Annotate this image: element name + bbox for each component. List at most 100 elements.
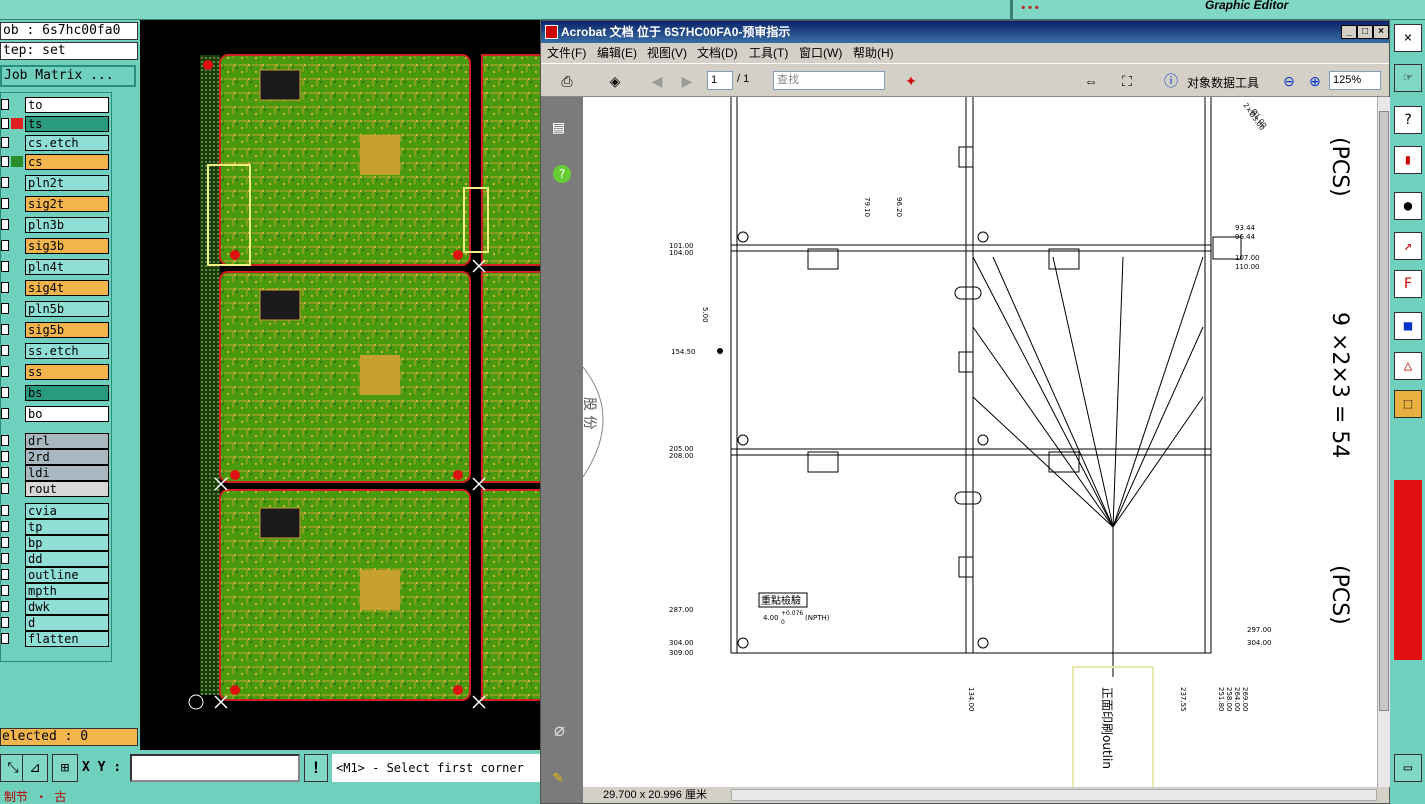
layer-checkbox[interactable] xyxy=(1,483,9,494)
layer-row[interactable]: to xyxy=(1,97,111,113)
layer-checkbox[interactable] xyxy=(1,219,9,230)
layer-row[interactable]: d xyxy=(1,615,111,631)
layer-row[interactable]: ss.etch xyxy=(1,343,111,359)
layer-name[interactable]: ts xyxy=(25,116,109,132)
layer-name[interactable]: sig2t xyxy=(25,196,109,212)
next-page-icon[interactable]: ▶ xyxy=(677,72,697,90)
comments-icon[interactable]: ✎ xyxy=(553,767,563,786)
layer-checkbox[interactable] xyxy=(1,137,9,148)
layer-row[interactable]: rout xyxy=(1,481,111,497)
layer-name[interactable]: 2rd xyxy=(25,449,109,465)
minimize-button[interactable]: _ xyxy=(1341,25,1357,39)
layer-name[interactable]: outline xyxy=(25,567,109,583)
pages-icon[interactable]: ▤ xyxy=(553,117,564,138)
layer-row[interactable]: bp xyxy=(1,535,111,551)
layer-checkbox[interactable] xyxy=(1,240,9,251)
layer-row[interactable]: bo xyxy=(1,406,111,422)
layer-name[interactable]: sig4t xyxy=(25,280,109,296)
layer-checkbox[interactable] xyxy=(1,601,9,612)
menu-item[interactable]: 工具(T) xyxy=(749,43,788,63)
layer-name[interactable]: dd xyxy=(25,551,109,567)
layer-name[interactable]: flatten xyxy=(25,631,109,647)
layer-name[interactable]: pln5b xyxy=(25,301,109,317)
layer-name[interactable]: cvia xyxy=(25,503,109,519)
layer-name[interactable]: pln2t xyxy=(25,175,109,191)
layer-name[interactable]: to xyxy=(25,97,109,113)
layer-row[interactable]: ss xyxy=(1,364,111,380)
layer-checkbox[interactable] xyxy=(1,99,9,110)
zoom-in-icon[interactable]: ⊕ xyxy=(1305,72,1325,90)
zoom-out-icon[interactable]: ⊖ xyxy=(1279,72,1299,90)
horizontal-scrollbar[interactable] xyxy=(731,789,1377,801)
document-view[interactable]: 101.00 104.00 93.44 96.44 107.00 110.00 … xyxy=(583,97,1377,787)
layer-row[interactable]: pln3b xyxy=(1,217,111,233)
attachment-icon[interactable]: ⌀ xyxy=(554,721,565,742)
layer-name[interactable]: sig3b xyxy=(25,238,109,254)
layer-row[interactable]: dd xyxy=(1,551,111,567)
layer-checkbox[interactable] xyxy=(1,198,9,209)
layer-checkbox[interactable] xyxy=(1,366,9,377)
pcb-canvas[interactable] xyxy=(140,20,540,750)
prev-page-icon[interactable]: ◀ xyxy=(647,72,667,90)
layer-checkbox[interactable] xyxy=(1,156,9,167)
layer-row[interactable]: sig5b xyxy=(1,322,111,338)
close-icon[interactable]: × xyxy=(1394,24,1422,52)
layer-checkbox[interactable] xyxy=(1,303,9,314)
layer-checkbox[interactable] xyxy=(1,553,9,564)
layer-checkbox[interactable] xyxy=(1,345,9,356)
menu-item[interactable]: 视图(V) xyxy=(647,43,687,63)
layer-row[interactable]: sig3b xyxy=(1,238,111,254)
layer-row[interactable]: 2rd xyxy=(1,449,111,465)
layer-checkbox[interactable] xyxy=(1,451,9,462)
layer-name[interactable]: d xyxy=(25,615,109,631)
layer-row[interactable]: ldi xyxy=(1,465,111,481)
layer-checkbox[interactable] xyxy=(1,261,9,272)
layer-name[interactable]: ss xyxy=(25,364,109,380)
traffic-light-icon[interactable]: ▮ xyxy=(1394,146,1422,174)
layer-name[interactable]: drl xyxy=(25,433,109,449)
layer-row[interactable]: bs xyxy=(1,385,111,401)
layer-row[interactable]: ts xyxy=(1,116,111,132)
layer-name[interactable]: pln3b xyxy=(25,217,109,233)
layer-checkbox[interactable] xyxy=(1,585,9,596)
scroll-thumb[interactable] xyxy=(1379,111,1389,711)
zoom-select[interactable]: 125% xyxy=(1329,71,1381,90)
layer-checkbox[interactable] xyxy=(1,537,9,548)
layer-checkbox[interactable] xyxy=(1,324,9,335)
close-button[interactable]: × xyxy=(1373,25,1389,39)
layer-row[interactable]: mpth xyxy=(1,583,111,599)
layer-checkbox[interactable] xyxy=(1,435,9,446)
menu-item[interactable]: 窗口(W) xyxy=(799,43,842,63)
layer-checkbox[interactable] xyxy=(1,282,9,293)
menu-item[interactable]: 文件(F) xyxy=(547,43,586,63)
xy-input[interactable] xyxy=(130,754,300,782)
object-data-tool[interactable]: 对象数据工具 xyxy=(1187,74,1259,91)
layer-name[interactable]: bo xyxy=(25,406,109,422)
layer-row[interactable]: sig4t xyxy=(1,280,111,296)
layer-name[interactable]: tp xyxy=(25,519,109,535)
route-icon[interactable]: △ xyxy=(1394,352,1422,380)
layer-row[interactable]: dwk xyxy=(1,599,111,615)
find-input[interactable]: 查找 xyxy=(773,71,885,90)
fit-page-icon[interactable]: ⛶ xyxy=(1117,72,1137,90)
layer-checkbox[interactable] xyxy=(1,633,9,644)
layer-row[interactable]: pln5b xyxy=(1,301,111,317)
layer-checkbox[interactable] xyxy=(1,569,9,580)
help-icon[interactable]: ? xyxy=(1394,106,1422,134)
layer-checkbox[interactable] xyxy=(1,521,9,532)
layer-checkbox[interactable] xyxy=(1,617,9,628)
layer-name[interactable]: mpth xyxy=(25,583,109,599)
acrobat-icon[interactable]: ✦ xyxy=(901,72,921,90)
page-input[interactable]: 1 xyxy=(707,71,733,90)
menu-item[interactable]: 编辑(E) xyxy=(597,43,637,63)
shapes-icon[interactable]: ■ xyxy=(1394,312,1422,340)
alert-icon[interactable]: ! xyxy=(304,754,328,782)
font-icon[interactable]: F xyxy=(1394,270,1422,298)
layer-checkbox[interactable] xyxy=(1,118,9,129)
layer-checkbox[interactable] xyxy=(1,505,9,516)
layer-row[interactable]: tp xyxy=(1,519,111,535)
layer-row[interactable]: pln2t xyxy=(1,175,111,191)
layer-name[interactable]: dwk xyxy=(25,599,109,615)
layer-checkbox[interactable] xyxy=(1,467,9,478)
layer-row[interactable]: flatten xyxy=(1,631,111,647)
